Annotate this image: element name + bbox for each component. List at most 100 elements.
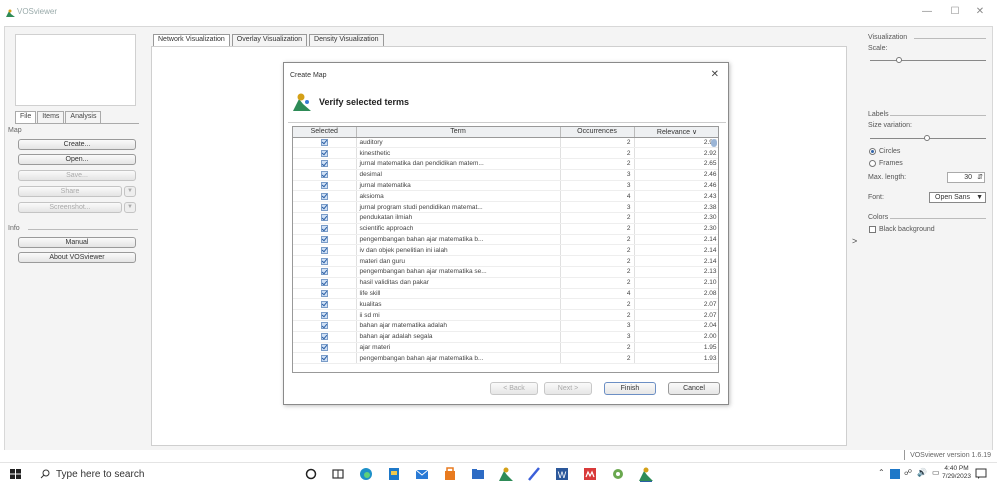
notification-icon[interactable] (975, 468, 987, 480)
selected-checkbox[interactable] (320, 160, 328, 168)
tab-file[interactable]: File (15, 111, 37, 123)
selected-checkbox[interactable] (320, 343, 328, 351)
selected-checkbox[interactable] (320, 225, 328, 233)
selected-checkbox[interactable] (320, 235, 328, 243)
app-icon[interactable] (610, 466, 626, 482)
edge-icon[interactable] (358, 466, 374, 482)
selected-cell[interactable] (293, 288, 357, 300)
screenshot-button[interactable]: Screenshot... (18, 202, 122, 213)
clock[interactable]: 4:40 PM 7/29/2023 (942, 465, 971, 481)
table-row[interactable]: bahan ajar matematika adalah 3 2.04 (293, 320, 718, 332)
font-select[interactable]: Open Sans ▼ (929, 192, 986, 203)
maximize-button[interactable]: ☐ (945, 5, 965, 19)
tray-app-icon[interactable] (890, 469, 900, 479)
table-row[interactable]: kinesthetic 2 2.92 (293, 147, 718, 160)
size-variation-slider-knob[interactable] (924, 135, 930, 141)
selected-checkbox[interactable] (320, 300, 328, 308)
minimize-button[interactable]: — (917, 5, 937, 19)
tab-items[interactable]: Items (37, 111, 65, 123)
vosviewer-active-icon[interactable] (638, 466, 654, 482)
table-row[interactable]: pengembangan bahan ajar matematika se...… (293, 266, 718, 278)
windows-start-icon[interactable] (10, 469, 21, 479)
selected-cell[interactable] (293, 244, 357, 257)
column-occurrences[interactable]: Occurrences (560, 127, 635, 138)
table-row[interactable]: ii sd mi 2 2.07 (293, 309, 718, 322)
selected-checkbox[interactable] (320, 214, 328, 222)
selected-checkbox[interactable] (320, 149, 328, 157)
word-icon[interactable]: W (554, 466, 570, 482)
table-row[interactable]: pendukatan ilmiah 2 2.30 (293, 212, 718, 224)
selected-checkbox[interactable] (320, 257, 328, 265)
mendeley-icon[interactable] (582, 466, 598, 482)
file-explorer-icon[interactable] (386, 466, 402, 482)
table-row[interactable]: scientific approach 2 2.30 (293, 223, 718, 235)
selected-cell[interactable] (293, 266, 357, 278)
table-row[interactable]: jurnal program studi pendidikan matemat.… (293, 201, 718, 214)
screenshot-dropdown-icon[interactable]: ▼ (124, 202, 136, 213)
table-row[interactable]: hasil validitas dan pakar 2 2.10 (293, 277, 718, 289)
selected-checkbox[interactable] (320, 192, 328, 200)
about-button[interactable]: About VOSviewer (18, 252, 136, 263)
selected-cell[interactable] (293, 147, 357, 160)
cancel-button[interactable]: Cancel (668, 382, 720, 395)
frames-radio[interactable] (869, 160, 876, 167)
selected-checkbox[interactable] (320, 138, 328, 146)
table-row[interactable]: bahan ajar adalah segala 3 2.00 (293, 331, 718, 343)
table-row[interactable]: ajar materi 2 1.95 (293, 342, 718, 354)
selected-cell[interactable] (293, 352, 357, 365)
selected-cell[interactable] (293, 137, 357, 149)
max-length-spinner[interactable]: 30 ⇵ (947, 172, 985, 183)
black-background-checkbox[interactable] (869, 226, 876, 233)
column-term[interactable]: Term (356, 127, 561, 138)
selected-checkbox[interactable] (320, 246, 328, 254)
taskbar-search-box[interactable]: Type here to search (36, 464, 286, 484)
tray-chevron-icon[interactable]: ⌃ (878, 468, 885, 477)
cortana-icon[interactable] (303, 466, 319, 482)
selected-cell[interactable] (293, 342, 357, 354)
circles-radio[interactable] (869, 148, 876, 155)
selected-cell[interactable] (293, 277, 357, 289)
dialog-close-icon[interactable]: ✕ (711, 69, 719, 80)
table-row[interactable]: desimal 3 2.46 (293, 169, 718, 181)
selected-checkbox[interactable] (320, 354, 328, 362)
selected-cell[interactable] (293, 331, 357, 343)
selected-checkbox[interactable] (320, 279, 328, 287)
tab-analysis[interactable]: Analysis (65, 111, 102, 123)
share-button[interactable]: Share (18, 186, 122, 197)
spinner-arrows-icon[interactable]: ⇵ (977, 173, 983, 182)
table-row[interactable]: aksioma 4 2.43 (293, 190, 718, 203)
scale-slider-knob[interactable] (896, 57, 902, 63)
selected-checkbox[interactable] (320, 268, 328, 276)
table-row[interactable]: materi dan guru 2 2.14 (293, 255, 718, 268)
close-button[interactable]: ✕ (970, 5, 990, 19)
finish-button[interactable]: Finish (604, 382, 656, 395)
create-button[interactable]: Create... (18, 139, 136, 150)
selected-cell[interactable] (293, 309, 357, 322)
table-row[interactable]: jurnal matematika 3 2.46 (293, 180, 718, 192)
selected-cell[interactable] (293, 255, 357, 268)
table-row[interactable]: pengembangan bahan ajar matematika b... 2… (293, 234, 718, 246)
vosviewer-taskbar-icon[interactable] (498, 466, 514, 482)
selected-checkbox[interactable] (320, 311, 328, 319)
selected-cell[interactable] (293, 212, 357, 224)
selected-checkbox[interactable] (320, 203, 328, 211)
open-button[interactable]: Open... (18, 154, 136, 165)
selected-checkbox[interactable] (320, 322, 328, 330)
task-view-icon[interactable] (330, 466, 346, 482)
pen-app-icon[interactable] (526, 466, 542, 482)
store-icon[interactable] (442, 466, 458, 482)
volume-icon[interactable]: 🔊 (917, 468, 927, 477)
save-button[interactable]: Save... (18, 170, 136, 181)
selected-cell[interactable] (293, 223, 357, 235)
mail-icon[interactable] (414, 466, 430, 482)
table-row[interactable]: kualitas 2 2.07 (293, 298, 718, 311)
selected-checkbox[interactable] (320, 333, 328, 341)
selected-cell[interactable] (293, 201, 357, 214)
selected-cell[interactable] (293, 180, 357, 192)
next-button[interactable]: Next > (544, 382, 592, 395)
battery-icon[interactable]: ▭ (932, 468, 940, 477)
selected-cell[interactable] (293, 320, 357, 332)
back-button[interactable]: < Back (490, 382, 538, 395)
column-relevance[interactable]: Relevance ∨ (634, 127, 718, 138)
selected-cell[interactable] (293, 158, 357, 170)
